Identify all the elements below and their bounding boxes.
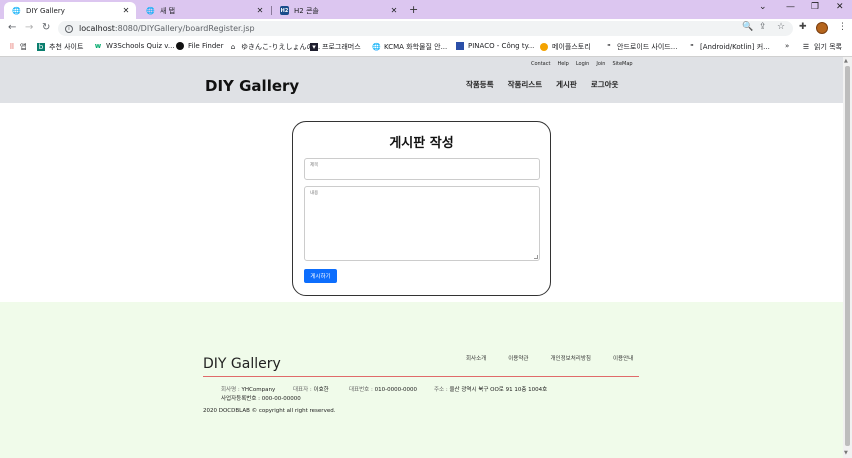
reading-list[interactable]: ☰ 읽기 목록 [802,42,842,52]
close-icon[interactable]: ✕ [388,6,400,15]
more-bookmarks-icon[interactable]: » [785,42,789,50]
browser-toolbar: ← → ↻ i localhost:8080/DIYGallery/boardR… [0,19,852,38]
bookmark-recommended[interactable]: b 추천 사이트 [37,42,83,52]
bookmark-android-side[interactable]: " 안드로이드 사이드... [605,42,677,52]
bookmark-kcma[interactable]: 🌐 KCMA 화학물질 안... [372,42,447,52]
page-title: 게시판 작성 [389,136,454,151]
main-content: 게시판 작성 제목 내용 게시하기 [0,103,843,302]
title-input[interactable]: 제목 [304,158,540,180]
bookmark-file-finder[interactable]: File Finder [176,42,223,50]
top-link-join[interactable]: Join [596,61,605,67]
bookmark-w3schools[interactable]: w W3Schools Quiz v... [94,42,175,50]
nav-item-list[interactable]: 작품리스트 [508,79,543,90]
content-textarea[interactable]: 내용 [304,186,540,261]
url-path: :8080/DIYGallery/boardRegister.jsp [114,24,255,33]
maple-icon [540,43,548,51]
apps-grid-icon: ⠿ [9,43,15,51]
tistory-icon: " [607,43,611,51]
url-host: localhost [79,24,115,33]
close-window-button[interactable]: ✕ [836,2,844,12]
footer-nav: 회사소개 이용약관 개인정보처리방침 이용안내 [466,354,633,362]
bookmark-pinaco[interactable]: PINACO - Công ty... [456,42,534,50]
top-links: Contact Help Login Join SiteMap [531,61,633,67]
chevron-down-icon[interactable]: ⌄ [759,2,767,12]
address-info: 주소 : 울산 광역시 북구 OO로 91 10층 1004호 [434,387,548,393]
restore-button[interactable]: ❐ [811,2,819,12]
resize-handle-icon[interactable] [534,255,538,259]
business-number: 사업자등록번호 : 000-00-00000 [221,396,301,402]
nav-item-logout[interactable]: 로그아웃 [591,79,619,90]
browser-tab-strip: 🌐 DIY Gallery ✕ 🌐 새 탭 ✕ H2 H2 콘솔 ✕ + ⌄ —… [0,0,852,19]
bookmark-android-kotlin[interactable]: " [Android/Kotlin] 커... [688,42,770,52]
bookmark-blog[interactable]: ⌂ ゆきんこ-りえしょんの... [229,42,320,52]
programmers-icon: ▾ [310,43,318,51]
copyright: 2020 DOCDBLAB © copyright all right rese… [203,408,336,414]
page-scrollbar[interactable]: ▲ ▼ [843,57,852,458]
top-link-login[interactable]: Login [576,61,590,67]
bing-icon: b [37,43,45,51]
info-icon[interactable]: i [65,24,73,33]
blog-icon: ⌂ [230,43,236,51]
menu-icon[interactable]: ⋮ [838,22,847,32]
footer-link-privacy[interactable]: 개인정보처리방침 [551,354,591,362]
tab-diy-gallery[interactable]: 🌐 DIY Gallery ✕ [4,2,136,19]
star-icon[interactable]: ☆ [777,22,785,32]
nav-item-board[interactable]: 게시판 [556,79,577,90]
tab-h2-console[interactable]: H2 H2 콘솔 ✕ [272,2,404,19]
forward-button[interactable]: → [25,22,33,33]
board-form-card: 게시판 작성 제목 내용 게시하기 [292,121,551,296]
ceo-info: 대표자 : 이효한 [293,387,329,393]
footer-link-guide[interactable]: 이용안내 [613,354,633,362]
top-link-contact[interactable]: Contact [531,61,550,67]
close-icon[interactable]: ✕ [120,6,132,15]
extensions-icon[interactable]: ✚ [799,22,807,32]
tab-title: H2 콘솔 [294,6,319,15]
scroll-thumb[interactable] [845,66,850,446]
bookmarks-bar: ⠿ 앱 b 추천 사이트 w W3Schools Quiz v... File Fin… [0,38,852,57]
bookmark-maplestory[interactable]: 메이플스토리 [540,42,591,52]
address-bar[interactable]: i localhost:8080/DIYGallery/boardRegiste… [58,21,793,36]
github-icon [176,42,184,50]
main-nav: 작품등록 작품리스트 게시판 로그아웃 [466,79,618,90]
footer-link-terms[interactable]: 이용약관 [508,354,528,362]
reading-list-icon: ☰ [802,43,810,51]
site-footer: DIY Gallery 회사소개 이용약관 개인정보처리방침 이용안내 회사명 … [0,302,843,458]
scroll-down-icon[interactable]: ▼ [844,450,848,456]
footer-logo: DIY Gallery [203,356,281,372]
back-button[interactable]: ← [8,22,16,33]
top-link-help[interactable]: Help [557,61,568,67]
minimize-button[interactable]: — [786,2,795,12]
globe-icon: 🌐 [12,6,21,15]
pinaco-icon [456,42,464,50]
tab-title: 새 탭 [160,6,176,15]
avatar[interactable] [816,22,828,34]
footer-divider [203,376,639,377]
scroll-up-icon[interactable]: ▲ [844,58,848,64]
company-info: 회사명 : YHCompany [221,387,276,393]
reload-button[interactable]: ↻ [42,22,50,33]
submit-button[interactable]: 게시하기 [304,269,337,283]
site-logo[interactable]: DIY Gallery [205,77,299,95]
globe-icon: 🌐 [372,43,381,51]
h2-icon: H2 [280,6,289,15]
phone-info: 대표번호 : 010-0000-0000 [349,387,418,393]
zoom-icon[interactable]: 🔍 [742,22,753,32]
w3schools-icon: w [94,42,102,50]
close-icon[interactable]: ✕ [254,6,266,15]
new-tab-button[interactable]: + [409,3,418,16]
footer-link-about[interactable]: 회사소개 [466,354,486,362]
tab-new-tab[interactable]: 🌐 새 탭 ✕ [138,2,270,19]
globe-icon: 🌐 [146,6,155,15]
bookmark-programmers[interactable]: ▾ 프로그래머스 [310,42,361,52]
bookmark-apps[interactable]: ⠿ 앱 [8,42,26,52]
nav-item-register[interactable]: 작품등록 [466,79,494,90]
share-icon[interactable]: ⇪ [759,22,767,32]
tab-title: DIY Gallery [26,6,65,15]
top-link-sitemap[interactable]: SiteMap [612,61,632,67]
title-input-label: 제목 [310,163,319,168]
tistory-icon: " [690,43,694,51]
content-textarea-label: 내용 [310,191,319,196]
site-header: Contact Help Login Join SiteMap DIY Gall… [0,57,843,103]
